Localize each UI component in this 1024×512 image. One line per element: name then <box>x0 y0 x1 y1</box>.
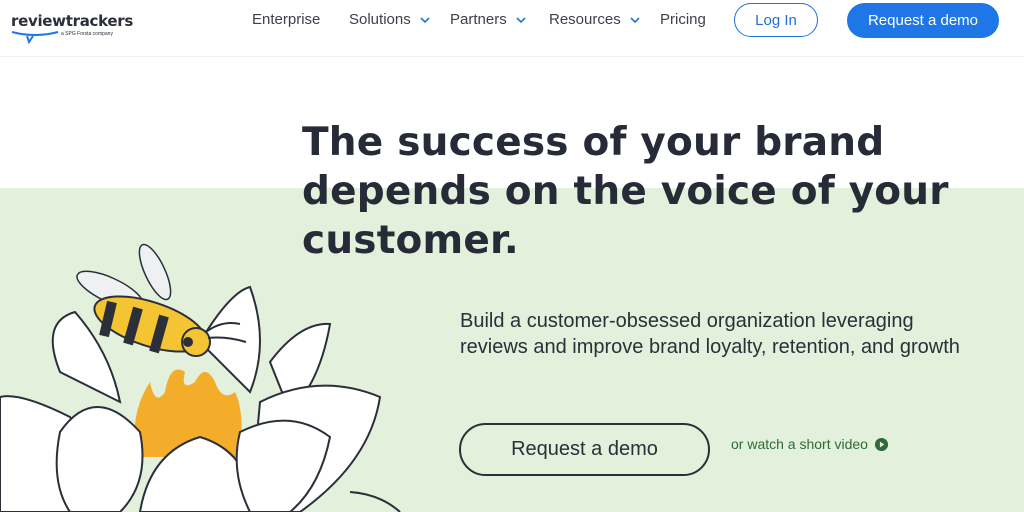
nav-item-solutions[interactable]: Solutions <box>349 11 431 28</box>
bee-on-lotus-illustration <box>0 243 401 512</box>
request-demo-button[interactable]: Request a demo <box>459 423 710 476</box>
brand-logo[interactable]: reviewtrackers a SPG Forsta company <box>11 12 141 46</box>
chevron-down-icon <box>630 16 640 23</box>
play-icon <box>874 437 889 451</box>
hero-headline: The success of your brand depends on the… <box>302 120 949 263</box>
brand-tagline: a SPG Forsta company <box>61 31 113 37</box>
top-navigation-bar: reviewtrackers a SPG Forsta company Ente… <box>0 0 1024 57</box>
login-button[interactable]: Log In <box>734 3 818 37</box>
nav-item-label: Partners <box>450 11 507 28</box>
watch-video-link[interactable]: or watch a short video <box>731 436 889 452</box>
nav-item-label: Enterprise <box>252 11 321 28</box>
nav-item-enterprise[interactable]: Enterprise <box>252 11 320 28</box>
nav-item-resources[interactable]: Resources <box>549 11 641 28</box>
speech-bubble-icon <box>11 31 59 44</box>
hero-subtext: Build a customer-obsessed organization l… <box>460 310 960 358</box>
brand-name: reviewtrackers <box>11 12 133 30</box>
chevron-down-icon <box>420 16 430 23</box>
nav-item-partners[interactable]: Partners <box>450 11 527 28</box>
nav-item-label: Solutions <box>349 11 411 28</box>
request-demo-button-header[interactable]: Request a demo <box>847 3 999 38</box>
nav-item-label: Pricing <box>660 11 706 28</box>
watch-video-label: or watch a short video <box>731 436 868 452</box>
chevron-down-icon <box>516 16 526 23</box>
nav-item-label: Resources <box>549 11 621 28</box>
nav-item-pricing[interactable]: Pricing <box>660 11 706 28</box>
